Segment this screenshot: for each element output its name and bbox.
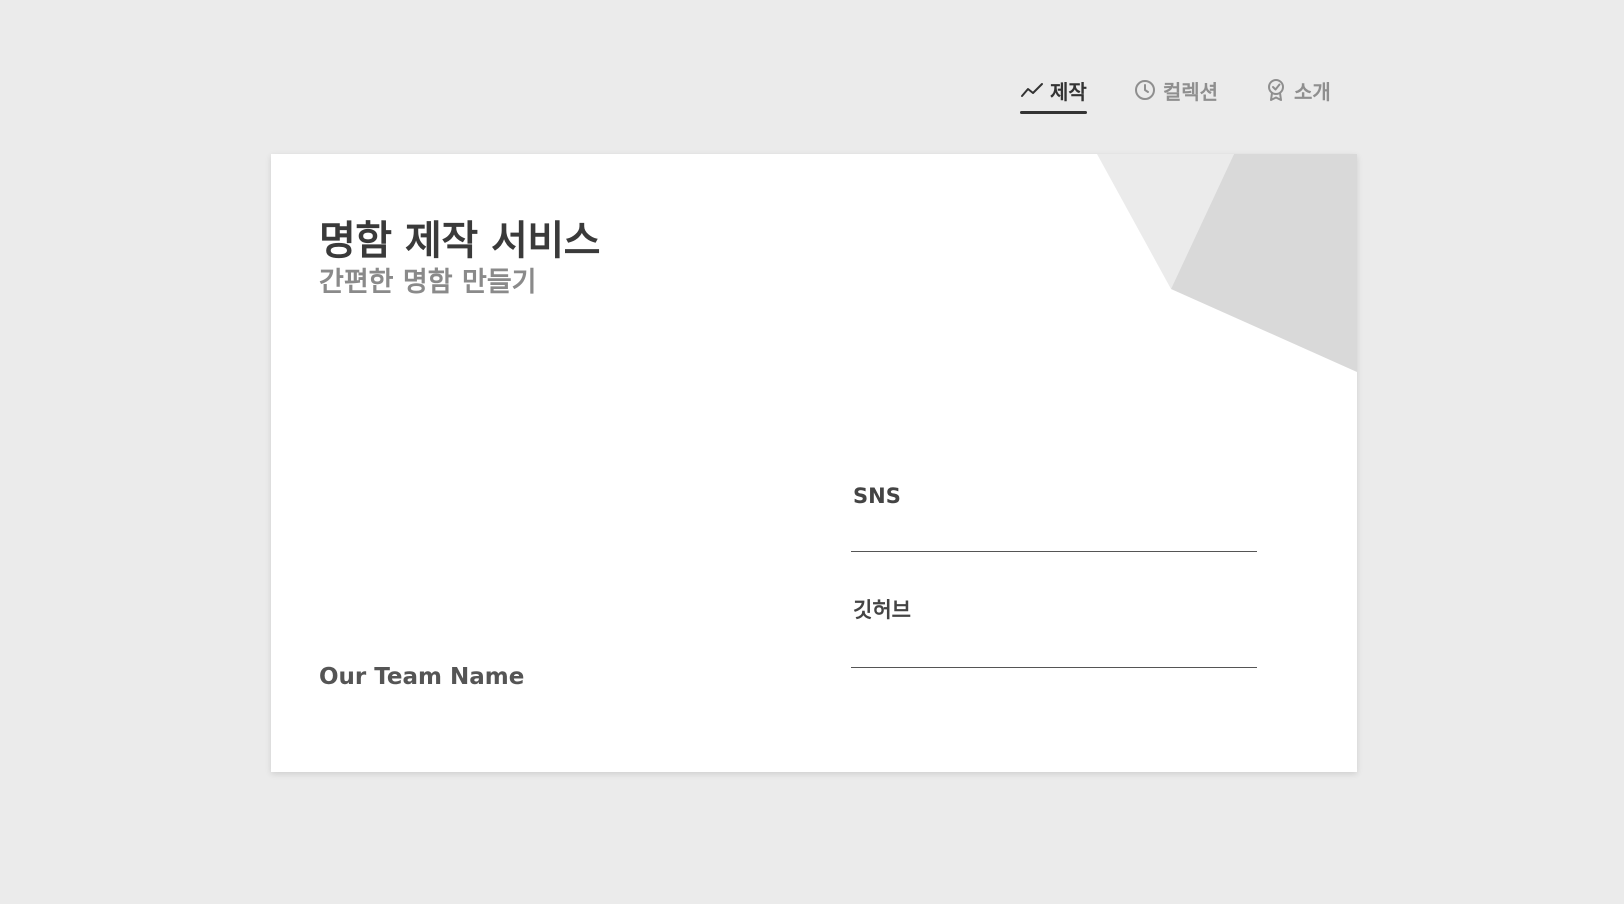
sns-label: SNS: [853, 484, 901, 508]
nav-item-label: 컬렉션: [1162, 79, 1219, 104]
nav-item-collection[interactable]: 컬렉션: [1133, 72, 1218, 108]
trend-line-icon: [1020, 78, 1044, 102]
github-label: 깃허브: [853, 598, 911, 622]
github-input[interactable]: [851, 630, 1257, 668]
business-card: 명함 제작 서비스 간편한 명함 만들기 SNS 깃허브 Our Team Na…: [271, 154, 1357, 772]
nav-item-label: 소개: [1294, 79, 1331, 104]
sns-field-group: SNS: [851, 484, 1257, 552]
top-nav: 제작 컬렉션 소개: [1020, 72, 1331, 114]
card-corner-decoration: [1097, 154, 1357, 372]
team-name: Our Team Name: [319, 664, 525, 690]
nav-item-label: 제작: [1050, 79, 1087, 104]
sns-input[interactable]: [851, 514, 1257, 552]
page: 제작 컬렉션 소개 명함 제작 서비스 간편한 명함 만들기 SNS 깃허브 O…: [0, 0, 1624, 904]
card-title: 명함 제작 서비스: [319, 218, 600, 264]
nav-item-about[interactable]: 소개: [1264, 72, 1331, 108]
nav-item-create[interactable]: 제작: [1020, 72, 1087, 114]
clock-icon: [1133, 78, 1157, 102]
card-subtitle: 간편한 명함 만들기: [319, 267, 537, 298]
github-field-group: 깃허브: [851, 594, 1257, 668]
award-badge-icon: [1264, 78, 1288, 102]
